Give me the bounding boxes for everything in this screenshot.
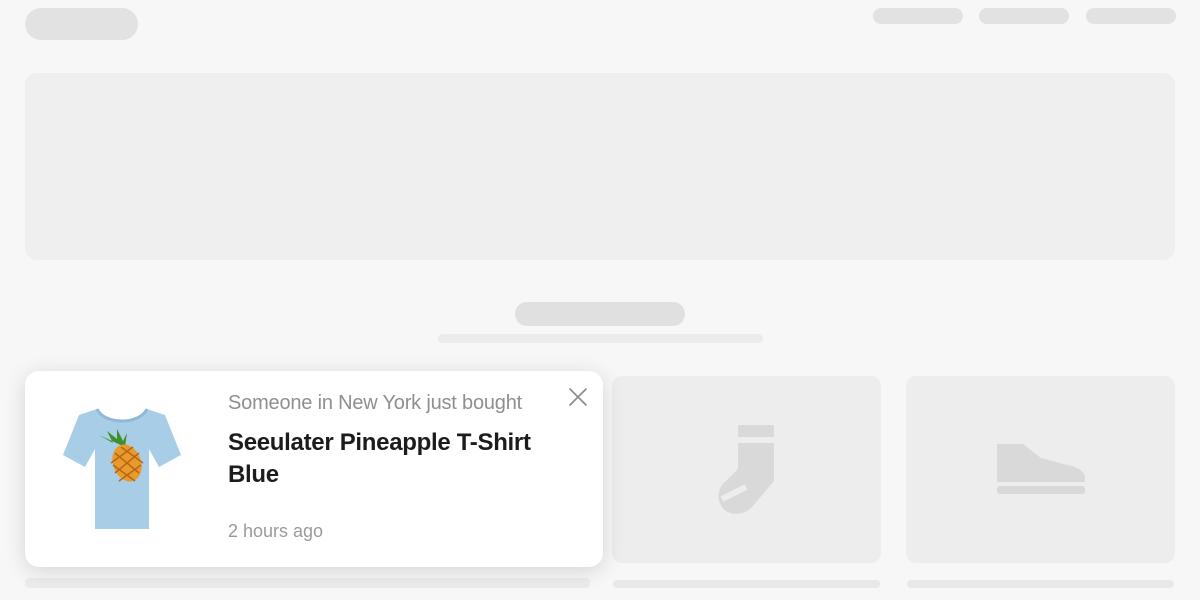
product-image[interactable] xyxy=(55,401,185,536)
section-heading-placeholder xyxy=(515,302,685,326)
popup-shadow-placeholder xyxy=(25,578,590,588)
purchase-time: 2 hours ago xyxy=(228,521,324,541)
card-footer-placeholder-2 xyxy=(613,580,880,588)
hero-placeholder xyxy=(25,73,1175,260)
product-card-placeholder-2 xyxy=(612,376,881,563)
nav-placeholder-3 xyxy=(1086,8,1176,24)
close-icon[interactable] xyxy=(569,388,587,406)
product-card-placeholder-3 xyxy=(906,376,1175,563)
card-footer-placeholder-3 xyxy=(907,580,1174,588)
close-button[interactable] xyxy=(567,386,589,408)
nav-placeholder-2 xyxy=(979,8,1069,24)
purchase-location-text: Someone in New York just bought xyxy=(228,392,522,414)
recent-purchase-popup[interactable]: Someone in New York just bought Seeulate… xyxy=(25,371,603,567)
shoe-icon xyxy=(996,443,1085,494)
sock-icon xyxy=(718,424,774,514)
popup-content: Someone in New York just bought Seeulate… xyxy=(228,389,558,491)
logo-placeholder xyxy=(25,8,138,40)
section-subheading-placeholder xyxy=(438,334,763,343)
product-name[interactable]: Seeulater Pineapple T-Shirt Blue xyxy=(228,427,558,491)
nav-placeholder-1 xyxy=(873,8,963,24)
